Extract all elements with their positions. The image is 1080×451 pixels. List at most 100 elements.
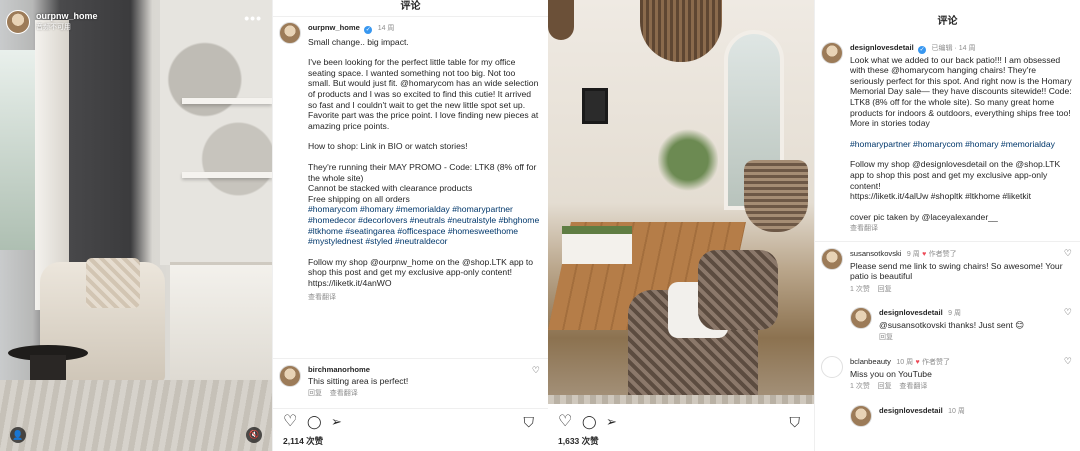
caption-username[interactable]: designlovesdetail: [850, 43, 914, 52]
caption-link[interactable]: https://liketk.it/4alUw #shopltk #ltkhom…: [850, 191, 1072, 202]
avatar[interactable]: [821, 247, 843, 270]
reply-link[interactable]: 回复: [879, 333, 1072, 344]
comment-text: This sitting area is perfect!: [308, 375, 409, 386]
see-translation-link[interactable]: 查看翻译: [330, 390, 358, 397]
post-photo-right[interactable]: 👤 🔇: [548, 0, 814, 451]
like-count[interactable]: 1,633 次赞: [558, 435, 599, 447]
caption-line: Follow my shop @designlovesdetail on the…: [850, 159, 1061, 191]
comment-time: 9 周: [906, 250, 920, 258]
avatar[interactable]: [279, 365, 301, 387]
see-translation-link[interactable]: 查看翻译: [850, 224, 1072, 235]
caption-block: designlovesdetail ✓ 已编辑 · 14 周 Look what…: [815, 42, 1080, 427]
avatar[interactable]: [821, 356, 843, 379]
post-photo-left[interactable]: ourpnw_home 音频不可用 ••• 👤 🔇: [0, 0, 272, 451]
like-count[interactable]: 2,114 次赞: [283, 435, 323, 447]
reply-link[interactable]: 回复: [308, 390, 322, 397]
plant-shape: [658, 120, 718, 200]
hashtag-list[interactable]: #homarypartner #homarycom #homary #memor…: [850, 139, 1072, 150]
caption-time: 14 周: [377, 25, 395, 32]
wallpaper-shape: [160, 0, 272, 265]
verified-icon: ✓: [918, 46, 927, 54]
like-icon[interactable]: ♡: [283, 413, 297, 431]
share-icon[interactable]: ➢: [606, 413, 617, 431]
comment-item: birchmanorhome This sitting area is perf…: [279, 365, 540, 400]
comment-like-icon[interactable]: ♡: [1064, 307, 1072, 318]
woven-chair-shape: [698, 250, 778, 330]
avatar[interactable]: [279, 22, 301, 44]
avatar[interactable]: [850, 404, 872, 427]
reply-link[interactable]: 回复: [878, 383, 892, 390]
comment-icon[interactable]: ◯: [582, 413, 597, 431]
panel-title: 评论: [400, 1, 421, 12]
caption-line: Look what we added to our back patio!!! …: [850, 54, 1072, 129]
pendant-lamp-shape: [640, 0, 722, 62]
comment-like-count[interactable]: 1 次赞: [850, 286, 870, 293]
comment-item: bclanbeauty 10 周 ♥ 作者赞了 Miss you on YouT…: [821, 356, 1072, 393]
comment-like-count[interactable]: 1 次赞: [850, 383, 870, 390]
comment-reply-item: designlovesdetail 9 周 @susansotkovski th…: [850, 307, 1072, 344]
bookmark-icon[interactable]: ⛉: [790, 413, 801, 431]
caption-line: Follow my shop @ourpnw_home on the @shop…: [308, 256, 534, 278]
comment-text: Please send me link to swing chairs! So …: [850, 260, 1063, 282]
divider: [815, 240, 1080, 242]
comment-like-icon[interactable]: ♡: [1064, 248, 1072, 259]
bookmark-icon[interactable]: ⛉: [524, 413, 535, 431]
rug-shape: [0, 380, 272, 451]
comment-time: 9 周: [948, 310, 961, 318]
post-header-left: ourpnw_home 音频不可用 •••: [6, 8, 266, 36]
caption-line: How to shop: Link in BIO or watch storie…: [308, 141, 468, 152]
share-icon[interactable]: ➢: [331, 413, 342, 431]
comment-time: 10 周: [948, 407, 965, 415]
shelf-shape: [182, 172, 272, 178]
comment-username[interactable]: birchmanorhome: [308, 365, 540, 376]
like-icon[interactable]: ♡: [558, 413, 572, 431]
pillow-shape: [86, 258, 140, 308]
comments-panel-left: 评论 ourpnw_home ✓ 14 周 Small change.. big…: [272, 0, 548, 451]
planter-shape: [562, 234, 632, 264]
caption-line: I've been looking for the perfect little…: [308, 57, 539, 131]
more-options-icon[interactable]: •••: [244, 10, 262, 26]
tagged-user-icon[interactable]: 👤: [10, 427, 26, 443]
wall-lantern-shape: [582, 88, 608, 124]
pendant-lamp-shape: [548, 0, 574, 40]
comment-item: susansotkovski 9 周 ♥ 作者赞了 Please send me…: [821, 247, 1072, 295]
reply-link[interactable]: 回复: [878, 286, 892, 293]
comment-username[interactable]: designlovesdetail: [879, 308, 943, 317]
author-liked-label: 作者赞了: [922, 359, 951, 367]
avatar[interactable]: [6, 10, 30, 34]
shelf-shape: [182, 98, 272, 104]
audio-label: 音频不可用: [36, 24, 71, 31]
caption-line: Cannot be stacked with clearance product…: [308, 183, 473, 194]
verified-icon: ✓: [364, 26, 373, 34]
author-liked-label: 作者赞了: [928, 250, 957, 258]
action-bar-right-container: ♡ ◯ ➢ ⛉ 1,633 次赞: [548, 404, 814, 451]
comment-reply-item: designlovesdetail 10 周: [850, 404, 1072, 427]
caption-line: They're running their MAY PROMO - Code: …: [308, 161, 537, 183]
comment-time: 10 周: [896, 359, 914, 367]
divider: [273, 358, 548, 359]
comment-like-icon[interactable]: ♡: [1064, 356, 1072, 367]
comment-username[interactable]: bclanbeauty: [850, 357, 891, 366]
comment-username[interactable]: designlovesdetail: [879, 406, 943, 415]
avatar[interactable]: [850, 307, 872, 330]
hanging-chair-shape: [744, 160, 808, 232]
caption-username[interactable]: ourpnw_home: [308, 23, 360, 32]
comment-like-icon[interactable]: ♡: [532, 365, 540, 376]
cabinet-shape: [170, 262, 272, 382]
caption-time: 已编辑 · 14 周: [931, 45, 976, 52]
hashtag-list[interactable]: #homarycom #homary #memorialday #homaryp…: [308, 204, 540, 246]
action-bar: ♡ ◯ ➢ ⛉: [558, 413, 800, 431]
see-translation-link[interactable]: 查看翻译: [308, 293, 540, 304]
caption-line: cover pic taken by @laceyalexander__: [850, 211, 998, 222]
divider: [273, 16, 548, 17]
username[interactable]: ourpnw_home: [36, 11, 98, 21]
author-liked-icon: ♥: [915, 359, 920, 367]
author-liked-icon: ♥: [922, 250, 927, 258]
comment-username[interactable]: susansotkovski: [850, 249, 902, 258]
mute-icon[interactable]: 🔇: [246, 427, 262, 443]
avatar[interactable]: [821, 42, 843, 64]
caption-link[interactable]: https://liketk.it/4anWO: [308, 278, 540, 289]
comment-icon[interactable]: ◯: [307, 413, 322, 431]
see-translation-link[interactable]: 查看翻译: [899, 383, 927, 390]
caption-line: Free shipping on all orders: [308, 193, 410, 204]
